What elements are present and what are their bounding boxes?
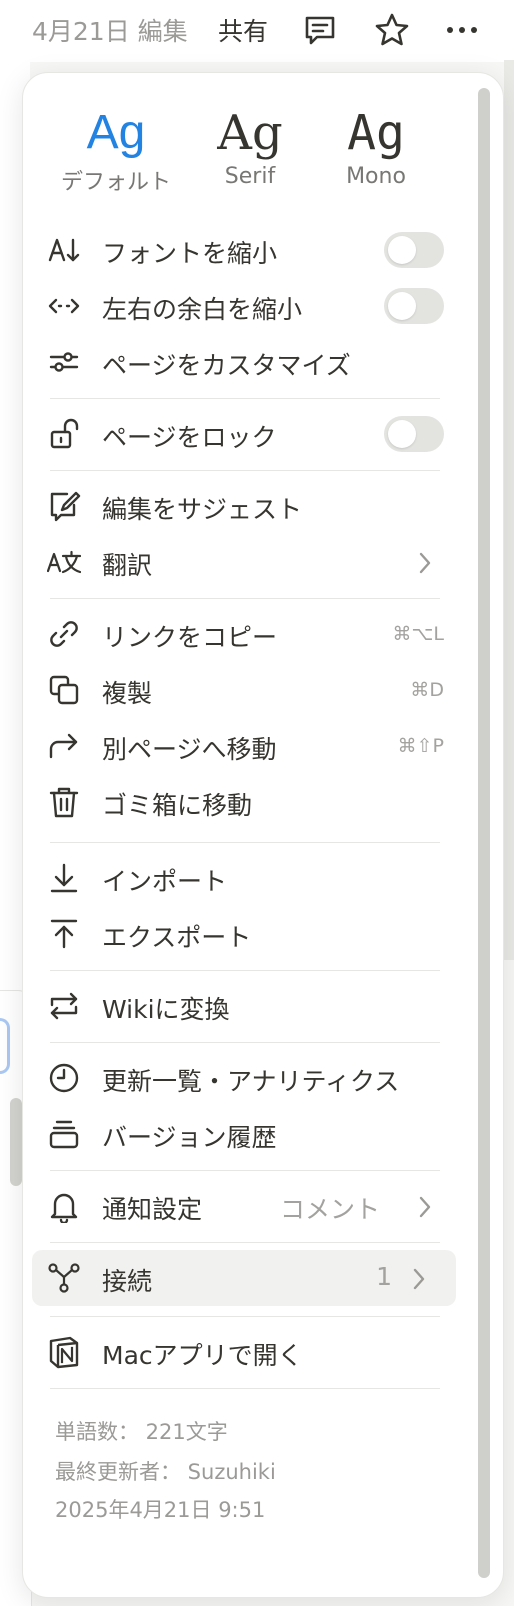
font-option-label: Mono [346, 164, 406, 189]
small-text-toggle[interactable] [384, 232, 444, 268]
notifications-value: コメント [279, 1195, 380, 1224]
full-width-item[interactable]: 左右の余白を縮小 [32, 278, 462, 334]
version-history-icon [46, 1116, 82, 1152]
arrows-horizontal-icon [46, 288, 82, 324]
turn-into-wiki-item[interactable]: Wikiに変換 [32, 978, 462, 1034]
menu-divider [50, 970, 440, 971]
lock-page-item[interactable]: ページをロック [32, 406, 462, 462]
small-text-icon [46, 232, 82, 268]
duplicate-icon [46, 672, 82, 708]
copy-link-item[interactable]: リンクをコピー ⌘⌥L [32, 606, 462, 662]
duplicate-item[interactable]: 複製 ⌘D [32, 662, 462, 718]
turn-into-wiki-label: Wikiに変換 [102, 995, 230, 1024]
version-history-item[interactable]: バージョン履歴 [32, 1106, 462, 1162]
word-count: 単語数： 221文字 [55, 1420, 228, 1444]
menu-divider [50, 842, 440, 843]
last-edited-by: 最終更新者： Suzuhiki [55, 1460, 276, 1484]
comment-icon[interactable] [302, 12, 338, 48]
open-in-mac-app-label: Macアプリで開く [102, 1341, 303, 1370]
move-to-label: 別ページへ移動 [102, 735, 277, 764]
export-icon [46, 916, 82, 952]
star-icon[interactable] [374, 12, 410, 48]
menu-divider [50, 1316, 440, 1317]
full-width-label: 左右の余白を縮小 [102, 295, 303, 324]
more-icon[interactable] [444, 12, 480, 48]
suggest-edits-label: 編集をサジェスト [102, 495, 303, 524]
last-edited-timestamp: 2025年4月21日 9:51 [55, 1498, 266, 1522]
small-text-label: フォントを縮小 [102, 239, 278, 268]
font-option-label: Serif [224, 164, 276, 189]
connections-icon [46, 1260, 82, 1296]
font-option-label: デフォルト [60, 170, 171, 195]
suggest-edits-item[interactable]: 編集をサジェスト [32, 478, 462, 534]
font-option-default[interactable]: Ag デフォルト [46, 104, 186, 196]
chevron-right-icon [419, 1196, 431, 1218]
last-edited-label: 4月21日 編集 [32, 17, 188, 46]
font-preview: Ag [86, 106, 146, 159]
menu-divider [50, 1242, 440, 1243]
menu-divider [50, 470, 440, 471]
font-preview: Ag [347, 105, 405, 161]
move-to-item[interactable]: 別ページへ移動 ⌘⇧P [32, 718, 462, 774]
translate-item[interactable]: 翻訳 [32, 534, 462, 590]
menu-divider [50, 1042, 440, 1043]
share-button[interactable]: 共有 [218, 12, 268, 48]
version-history-label: バージョン履歴 [102, 1123, 277, 1152]
import-icon [46, 860, 82, 896]
menu-divider [50, 1388, 440, 1389]
trash-icon [46, 784, 82, 820]
chevron-right-icon [419, 552, 431, 574]
customize-page-item[interactable]: ページをカスタマイズ [32, 334, 462, 390]
customize-page-label: ページをカスタマイズ [102, 351, 351, 380]
connections-item[interactable]: 接続 1 [32, 1250, 456, 1306]
import-label: インポート [102, 867, 228, 896]
top-bar: 4月21日 編集 共有 [0, 0, 514, 62]
translate-icon [46, 544, 82, 580]
bell-icon [46, 1188, 82, 1224]
font-option-serif[interactable]: Ag Serif [180, 104, 320, 189]
menu-divider [50, 598, 440, 599]
convert-icon [46, 988, 82, 1024]
open-in-mac-app-item[interactable]: Macアプリで開く [32, 1324, 462, 1380]
import-item[interactable]: インポート [32, 850, 462, 906]
font-preview: Ag [217, 105, 283, 161]
small-text-item[interactable]: フォントを縮小 [32, 222, 462, 278]
font-option-mono[interactable]: Ag Mono [306, 104, 446, 189]
background-focused-input [0, 1018, 10, 1074]
page-scrollbar-track [504, 60, 514, 960]
move-to-shortcut: ⌘⇧P [397, 735, 444, 757]
move-arrow-icon [46, 728, 82, 764]
duplicate-label: 複製 [102, 679, 153, 708]
clock-icon [46, 1060, 82, 1096]
suggest-edit-icon [46, 488, 82, 524]
lock-page-toggle[interactable] [384, 416, 444, 452]
chevron-right-icon [413, 1268, 425, 1290]
unlock-icon [46, 416, 82, 452]
translate-label: 翻訳 [102, 551, 153, 580]
link-icon [46, 616, 82, 652]
move-to-trash-label: ゴミ箱に移動 [102, 791, 253, 820]
full-width-toggle[interactable] [384, 288, 444, 324]
menu-scrollbar[interactable] [478, 88, 490, 1578]
background-scrollbar[interactable] [10, 1098, 22, 1186]
menu-divider [50, 398, 440, 399]
lock-page-label: ページをロック [102, 423, 277, 452]
sliders-icon [46, 344, 82, 380]
export-item[interactable]: エクスポート [32, 906, 462, 962]
notion-logo-icon [46, 1334, 82, 1370]
notifications-item[interactable]: 通知設定 コメント [32, 1178, 462, 1234]
copy-link-label: リンクをコピー [102, 623, 278, 652]
notifications-label: 通知設定 [102, 1195, 203, 1224]
menu-divider [50, 1170, 440, 1171]
move-to-trash-item[interactable]: ゴミ箱に移動 [32, 774, 462, 830]
copy-link-shortcut: ⌘⌥L [392, 623, 444, 645]
updates-analytics-label: 更新一覧・アナリティクス [102, 1067, 400, 1096]
export-label: エクスポート [102, 923, 252, 952]
connections-count: 1 [376, 1262, 392, 1291]
font-style-picker: Ag デフォルト Ag Serif Ag Mono [22, 72, 482, 202]
connections-label: 接続 [102, 1267, 153, 1296]
duplicate-shortcut: ⌘D [410, 679, 444, 701]
updates-analytics-item[interactable]: 更新一覧・アナリティクス [32, 1050, 462, 1106]
